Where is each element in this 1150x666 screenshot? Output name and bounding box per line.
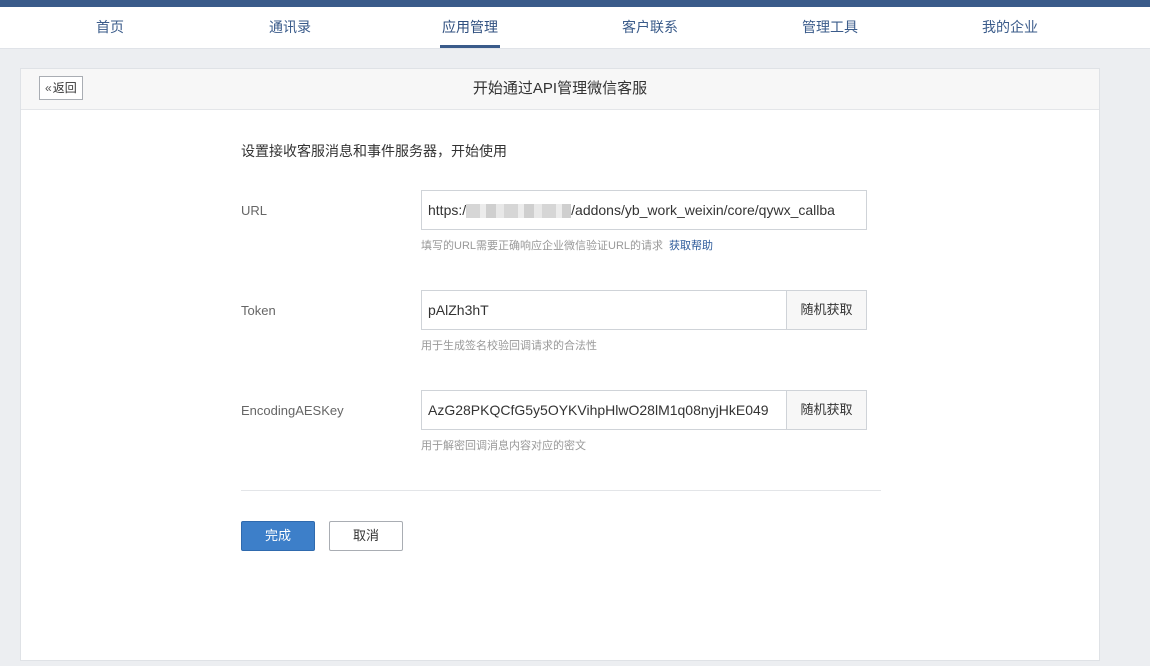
redacted-domain	[466, 204, 572, 219]
nav-item-my-enterprise[interactable]: 我的企业	[982, 7, 1038, 48]
url-value-suffix: /addons/yb_work_weixin/core/qywx_callba	[571, 202, 835, 218]
nav-item-app-management[interactable]: 应用管理	[440, 7, 500, 48]
url-hint-text: 填写的URL需要正确响应企业微信验证URL的请求	[421, 240, 664, 252]
chevron-double-left-icon: «	[45, 81, 52, 95]
url-hint: 填写的URL需要正确响应企业微信验证URL的请求 获取帮助	[421, 237, 713, 253]
top-brand-bar	[0, 0, 1150, 7]
token-hint: 用于生成签名校验回调请求的合法性	[421, 340, 597, 352]
token-random-button[interactable]: 随机获取	[786, 290, 867, 330]
aes-key-input[interactable]: AzG28PKQCfG5y5OYKVihpHlwO28lM1q08nyjHkE0…	[421, 390, 787, 430]
nav-item-contacts[interactable]: 通讯录	[269, 7, 311, 48]
cancel-button[interactable]: 取消	[329, 521, 403, 551]
aes-key-hint: 用于解密回调消息内容对应的密文	[421, 440, 586, 452]
token-label: Token	[241, 303, 276, 318]
panel-header: 开始通过API管理微信客服 « 返回	[21, 69, 1099, 110]
nav-item-home[interactable]: 首页	[96, 7, 124, 48]
url-input[interactable]: https:/ /addons/yb_work_weixin/core/qywx_…	[421, 190, 867, 230]
token-input[interactable]: pAlZh3hT	[421, 290, 787, 330]
url-label: URL	[241, 203, 268, 218]
form-divider	[241, 490, 881, 491]
url-value-prefix: https:/	[428, 202, 467, 218]
back-button-label: 返回	[52, 81, 77, 95]
nav-item-management-tools[interactable]: 管理工具	[802, 7, 858, 48]
settings-panel: 开始通过API管理微信客服 « 返回 设置接收客服消息和事件服务器，开始使用 U…	[20, 68, 1100, 661]
main-nav: 首页 通讯录 应用管理 客户联系 管理工具 我的企业	[0, 7, 1150, 49]
nav-item-customer-contact[interactable]: 客户联系	[622, 7, 678, 48]
finish-button[interactable]: 完成	[241, 521, 315, 551]
page-title: 开始通过API管理微信客服	[472, 80, 648, 97]
aes-random-button[interactable]: 随机获取	[786, 390, 867, 430]
form-intro: 设置接收客服消息和事件服务器，开始使用	[241, 143, 507, 159]
aes-key-label: EncodingAESKey	[241, 403, 344, 418]
back-button[interactable]: « 返回	[39, 76, 83, 100]
help-link[interactable]: 获取帮助	[669, 240, 713, 252]
